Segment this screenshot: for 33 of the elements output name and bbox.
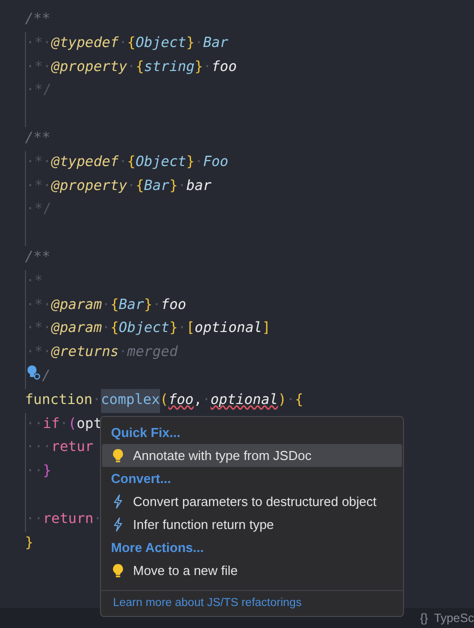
code-line: ··} bbox=[25, 460, 52, 484]
code-line: /** bbox=[25, 248, 50, 267]
code-line: /** bbox=[25, 128, 50, 148]
code-line: function·complex(foo,·optional)·{ bbox=[25, 388, 304, 413]
learn-more-link[interactable]: Learn more about JS/TS refactorings bbox=[101, 591, 403, 616]
menu-item[interactable]: Annotate with type from JSDoc bbox=[102, 444, 402, 467]
code-line: ·*·@returns·merged bbox=[25, 341, 178, 365]
menu-item[interactable]: Convert parameters to destructured object bbox=[102, 490, 402, 513]
code-line: } bbox=[25, 534, 34, 553]
lightbulb-icon bbox=[112, 563, 124, 578]
code-line: ·*·@param·{Bar}·foo bbox=[25, 294, 186, 318]
code-line: ·*/ bbox=[25, 198, 52, 222]
code-line: ·*·@typedef·{Object}·Bar bbox=[25, 32, 228, 56]
code-line: ·*·@property·{Bar}·bar bbox=[25, 174, 212, 198]
menu-item[interactable]: Infer function return type bbox=[102, 513, 402, 536]
language-mode[interactable]: TypeSc bbox=[434, 611, 474, 625]
lightning-icon bbox=[112, 494, 124, 509]
braces-icon[interactable]: {} bbox=[420, 611, 428, 625]
lightbulb-icon[interactable] bbox=[26, 364, 42, 381]
code-line: ·*·@param·{Object}·[optional] bbox=[25, 317, 271, 342]
menu-item[interactable]: Move to a new file bbox=[102, 559, 402, 582]
menu-section-header: Quick Fix... bbox=[110, 424, 182, 442]
lightning-icon bbox=[112, 517, 124, 532]
menu-section-header: Convert... bbox=[110, 470, 172, 488]
code-line: ·*/ bbox=[25, 79, 52, 104]
lightbulb-icon bbox=[112, 448, 124, 463]
code-line: ···retur bbox=[25, 436, 94, 460]
menu-section-header: More Actions... bbox=[110, 539, 205, 557]
code-line: ·*·@property·{string}·foo bbox=[25, 56, 237, 80]
code-line: ·* bbox=[25, 270, 43, 294]
code-line: /** bbox=[25, 10, 50, 29]
code-line: / bbox=[25, 364, 50, 389]
code-line: ·*·@typedef·{Object}·Foo bbox=[25, 150, 228, 175]
